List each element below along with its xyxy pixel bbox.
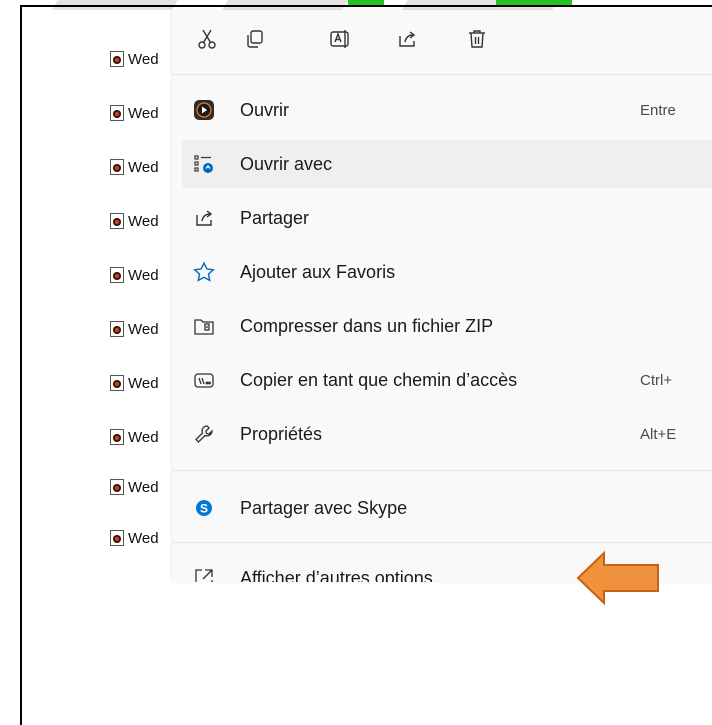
menu-item-copier-chemin[interactable]: Copier en tant que chemin d’accès Ctrl+ xyxy=(182,356,712,404)
file-item[interactable]: Wed xyxy=(110,527,159,549)
menu-item-proprietes[interactable]: Propriétés Alt+E xyxy=(182,410,712,458)
menu-item-label: Partager avec Skype xyxy=(240,497,408,518)
file-name: Wed xyxy=(128,158,159,176)
rename-button[interactable] xyxy=(326,24,356,54)
media-file-icon xyxy=(110,530,124,546)
rename-icon xyxy=(330,30,349,48)
copy-icon xyxy=(247,30,263,48)
more-options-icon xyxy=(190,564,218,582)
file-item[interactable]: Wed xyxy=(110,156,159,178)
menu-item-compresser[interactable]: Compresser dans un fichier ZIP xyxy=(182,302,712,350)
context-toolbar xyxy=(172,10,712,74)
menu-separator xyxy=(172,74,712,75)
media-file-icon xyxy=(110,159,124,175)
menu-item-shortcut: Entre xyxy=(640,101,676,119)
media-file-icon xyxy=(110,213,124,229)
file-item[interactable]: Wed xyxy=(110,48,159,70)
file-name: Wed xyxy=(128,374,159,392)
file-item[interactable]: Wed xyxy=(110,426,159,448)
delete-button[interactable] xyxy=(462,24,492,54)
media-file-icon xyxy=(110,105,124,121)
file-item[interactable]: Wed xyxy=(110,476,159,498)
media-file-icon xyxy=(110,375,124,391)
file-item[interactable]: Wed xyxy=(110,372,159,394)
menu-item-label: Afficher d’autres options xyxy=(240,567,433,583)
file-item[interactable]: Wed xyxy=(110,264,159,286)
menu-separator xyxy=(172,542,712,543)
delete-icon xyxy=(469,30,485,48)
star-icon xyxy=(190,258,218,286)
media-file-icon xyxy=(110,267,124,283)
orange-arrow-annotation xyxy=(576,550,659,606)
share-icon xyxy=(190,204,218,232)
media-player-icon xyxy=(190,96,218,124)
file-name: Wed xyxy=(128,266,159,284)
copy-button[interactable] xyxy=(240,24,270,54)
zip-folder-icon xyxy=(190,312,218,340)
share-button[interactable] xyxy=(392,24,422,54)
menu-item-label: Compresser dans un fichier ZIP xyxy=(240,315,494,336)
menu-item-ouvrir-avec[interactable]: Ouvrir avec xyxy=(182,140,712,188)
file-name: Wed xyxy=(128,212,159,230)
menu-item-label: Propriétés xyxy=(240,423,323,444)
media-file-icon xyxy=(110,51,124,67)
menu-item-label: Ouvrir xyxy=(240,99,289,120)
svg-text:S: S xyxy=(200,502,208,516)
media-file-icon xyxy=(110,321,124,337)
cut-button[interactable] xyxy=(192,24,222,54)
menu-item-shortcut: Alt+E xyxy=(640,425,677,443)
media-file-icon xyxy=(110,429,124,445)
open-with-icon xyxy=(190,150,218,178)
file-item[interactable]: Wed xyxy=(110,102,159,124)
menu-separator xyxy=(172,470,712,471)
wrench-icon xyxy=(190,420,218,448)
file-name: Wed xyxy=(128,529,159,547)
share-icon xyxy=(399,31,416,47)
file-name: Wed xyxy=(128,50,159,68)
file-item[interactable]: Wed xyxy=(110,318,159,340)
path-icon xyxy=(190,366,218,394)
menu-item-ouvrir[interactable]: Ouvrir Entre xyxy=(182,86,712,134)
menu-item-favoris[interactable]: Ajouter aux Favoris xyxy=(182,248,712,296)
file-name: Wed xyxy=(128,320,159,338)
media-file-icon xyxy=(110,479,124,495)
skype-icon: S xyxy=(190,494,218,522)
menu-item-shortcut: Ctrl+ xyxy=(640,371,673,389)
file-name: Wed xyxy=(128,478,159,496)
file-name: Wed xyxy=(128,104,159,122)
menu-item-label: Ajouter aux Favoris xyxy=(240,261,396,282)
context-menu: Ouvrir Entre Ouvrir avec Partager Ajoute… xyxy=(172,10,712,582)
menu-item-label: Copier en tant que chemin d’accès xyxy=(240,369,518,390)
menu-item-label: Partager xyxy=(240,207,310,228)
file-name: Wed xyxy=(128,428,159,446)
menu-item-label: Ouvrir avec xyxy=(240,153,333,174)
menu-item-partager[interactable]: Partager xyxy=(182,194,712,242)
menu-item-skype[interactable]: S Partager avec Skype xyxy=(182,484,712,532)
file-item[interactable]: Wed xyxy=(110,210,159,232)
cut-icon xyxy=(198,29,216,49)
